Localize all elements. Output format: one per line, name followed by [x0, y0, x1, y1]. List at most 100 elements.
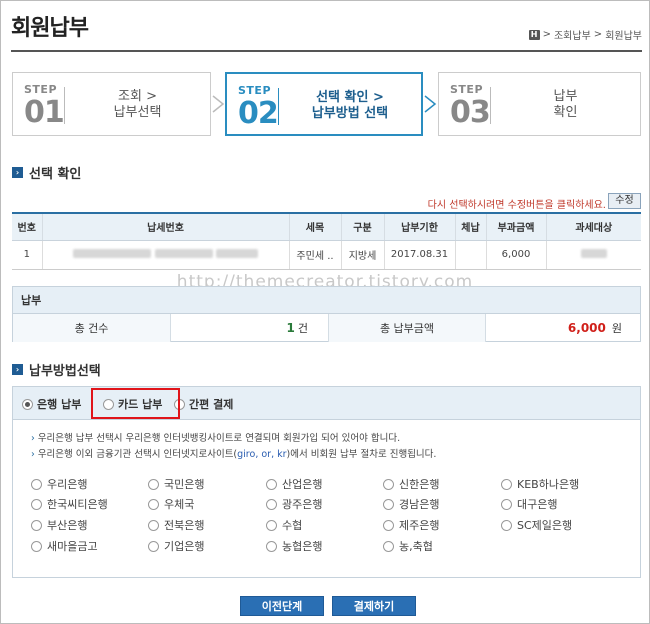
bank-option[interactable]: 광주은행: [266, 496, 322, 512]
bank-option[interactable]: SC제일은행: [501, 517, 572, 533]
radio-icon[interactable]: [383, 519, 394, 531]
home-icon[interactable]: H: [528, 29, 540, 40]
bank-option[interactable]: 새마을금고: [31, 538, 98, 554]
bank-option[interactable]: 부산은행: [31, 517, 87, 533]
bank-option[interactable]: 신한은행: [383, 476, 439, 492]
bullet-icon: ›: [31, 449, 35, 460]
total-count-value: 1: [286, 321, 295, 335]
bank-label: 수협: [282, 519, 303, 532]
bank-label: 제주은행: [399, 519, 440, 532]
radio-icon[interactable]: [383, 498, 394, 510]
chevron-right-icon: [212, 95, 225, 113]
total-amount: 6,000 원: [486, 314, 640, 342]
bank-option[interactable]: 산업은행: [266, 476, 322, 492]
radio-icon[interactable]: [501, 498, 512, 510]
payment-summary-title: 납부: [13, 287, 640, 314]
bank-option[interactable]: 우체국: [148, 496, 194, 512]
info-line: › 우리은행 납부 선택시 우리은행 인터넷뱅킹사이트로 연결되며 회원가입 되어…: [31, 431, 436, 447]
radio-selected-icon[interactable]: [22, 398, 33, 410]
bank-label: 광주은행: [282, 498, 323, 511]
section-arrow-icon: ›: [12, 167, 23, 178]
bank-label: 한국씨티은행: [47, 498, 108, 511]
bank-label: 전북은행: [164, 519, 205, 532]
column-header: 납세번호: [41, 212, 289, 241]
radio-icon[interactable]: [148, 498, 159, 510]
radio-icon[interactable]: [31, 498, 42, 510]
bank-option[interactable]: 한국씨티은행: [31, 496, 108, 512]
giro-link[interactable]: giro, or, kr: [237, 449, 286, 460]
bank-option[interactable]: 전북은행: [148, 517, 204, 533]
info-line: › 우리은행 이외 금융기관 선택시 인터넷지로사이트(giro, or, kr)…: [31, 447, 436, 463]
bank-label: 새마을금고: [47, 540, 98, 553]
bank-option[interactable]: 농,축협: [383, 538, 433, 554]
column-header: 부과금액: [485, 212, 546, 241]
bank-option[interactable]: 경남은행: [383, 496, 439, 512]
step-text-line: 확인: [553, 105, 578, 120]
edit-button[interactable]: 수정: [608, 193, 641, 209]
radio-icon[interactable]: [383, 478, 394, 490]
step-text: 조회 > 납부선택: [65, 89, 210, 121]
step-number: 02: [238, 96, 279, 131]
tab-easy-payment[interactable]: 간편 결제: [174, 396, 233, 412]
step-1: STEP 01 조회 > 납부선택: [12, 72, 211, 136]
step-text-line: 조회 >: [118, 89, 157, 104]
bank-label: 우리은행: [47, 478, 88, 491]
cell-no: 1: [12, 240, 42, 270]
total-count-label: 총 건수: [13, 314, 171, 342]
total-count: 1 건: [171, 314, 329, 342]
step-3: STEP 03 납부 확인: [438, 72, 641, 136]
pay-button[interactable]: 결제하기: [332, 596, 416, 616]
radio-icon[interactable]: [31, 478, 42, 490]
bank-label: 국민은행: [164, 478, 205, 491]
radio-icon[interactable]: [266, 519, 277, 531]
radio-icon[interactable]: [31, 540, 42, 552]
radio-icon[interactable]: [148, 478, 159, 490]
step-indicator: STEP 01 조회 > 납부선택 STEP 02 선택 확인 > 납부방법 선…: [12, 72, 641, 136]
cell-tax-type: 주민세 ..: [288, 240, 341, 270]
breadcrumb-item-inquiry[interactable]: 조회납부: [554, 27, 591, 42]
bank-label: 우체국: [164, 498, 195, 511]
previous-step-button[interactable]: 이전단계: [240, 596, 324, 616]
radio-icon[interactable]: [266, 498, 277, 510]
step-text-line: 선택 확인 >: [316, 90, 384, 105]
radio-icon[interactable]: [266, 540, 277, 552]
column-header: 납부기한: [383, 212, 455, 241]
radio-icon[interactable]: [148, 540, 159, 552]
payment-info: › 우리은행 납부 선택시 우리은행 인터넷뱅킹사이트로 연결되며 회원가입 되어…: [31, 431, 436, 463]
cell-arrears: [454, 240, 486, 270]
bank-option[interactable]: 우리은행: [31, 476, 87, 492]
cell-tax-number-redacted: [41, 240, 289, 270]
total-amount-value: 6,000: [567, 321, 606, 335]
bank-label: 경남은행: [399, 498, 440, 511]
breadcrumb-separator: >: [593, 29, 603, 40]
radio-icon[interactable]: [383, 540, 394, 552]
bank-option[interactable]: 제주은행: [383, 517, 439, 533]
bank-option[interactable]: 국민은행: [148, 476, 204, 492]
bank-label: SC제일은행: [517, 519, 573, 532]
table-header-row: 번호 납세번호 세목 구분 납부기한 체납 부과금액 과세대상: [12, 212, 641, 241]
bank-option[interactable]: KEB하나은행: [501, 476, 579, 492]
radio-icon[interactable]: [266, 478, 277, 490]
bank-label: 부산은행: [47, 519, 88, 532]
bank-option[interactable]: 수협: [266, 517, 302, 533]
bank-label: KEB하나은행: [517, 478, 580, 491]
step-text-line: 납부선택: [113, 105, 162, 120]
step-text-line: 납부: [553, 89, 578, 104]
radio-icon[interactable]: [31, 519, 42, 531]
highlight-box: [91, 388, 180, 419]
bank-option[interactable]: 농협은행: [266, 538, 322, 554]
radio-icon[interactable]: [501, 519, 512, 531]
column-header: 세목: [288, 212, 341, 241]
column-header: 과세대상: [545, 212, 641, 241]
bank-option[interactable]: 기업은행: [148, 538, 204, 554]
radio-icon[interactable]: [148, 519, 159, 531]
breadcrumb-separator: >: [542, 29, 551, 40]
bank-option[interactable]: 대구은행: [501, 496, 557, 512]
section-title-text: 납부방법선택: [29, 364, 101, 379]
radio-icon[interactable]: [501, 478, 512, 490]
total-amount-unit: 원: [611, 322, 622, 335]
step-text: 선택 확인 > 납부방법 선택: [279, 90, 421, 122]
cell-due-date: 2017.08.31: [383, 240, 455, 270]
tab-bank-payment[interactable]: 은행 납부: [22, 396, 81, 412]
total-count-unit: 건: [297, 322, 308, 335]
